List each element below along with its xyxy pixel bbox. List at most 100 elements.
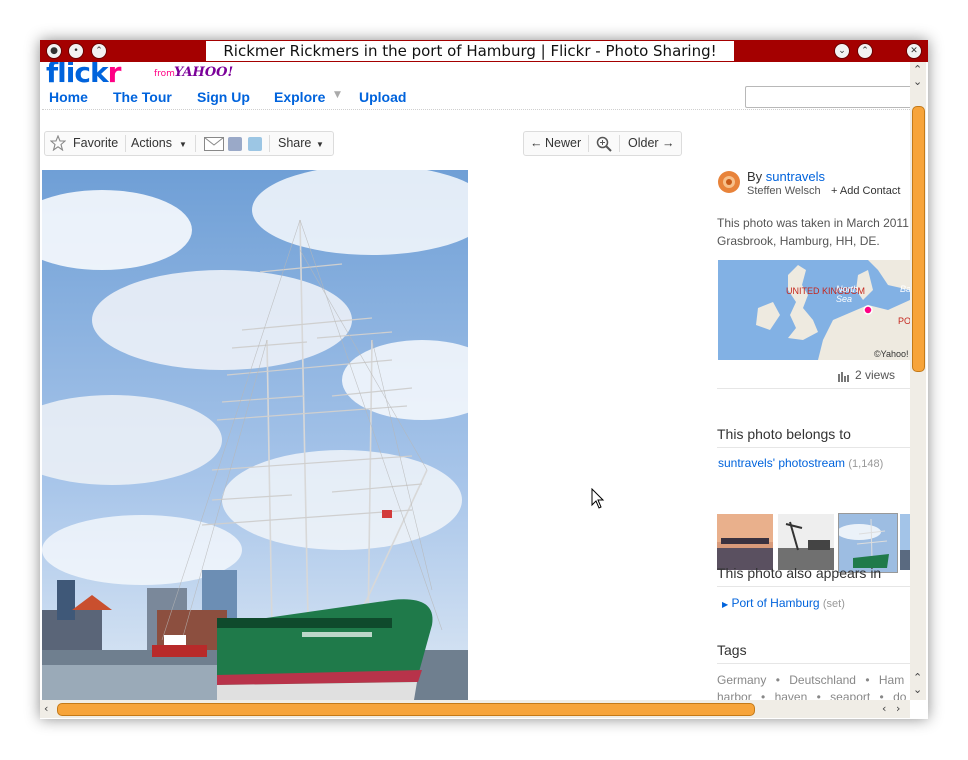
sidebar-divider: [717, 663, 910, 664]
nav-home[interactable]: Home: [49, 89, 88, 105]
older-button[interactable]: Older: [628, 136, 659, 150]
sticky-icon[interactable]: •: [68, 43, 84, 59]
tag-bullet: •: [879, 690, 884, 700]
tags-row-1: Germany • Deutschland • Ham: [717, 673, 904, 687]
tag-link[interactable]: harbor: [717, 690, 752, 700]
favorite-button[interactable]: Favorite: [73, 136, 118, 150]
tag-bullet: •: [775, 673, 780, 687]
share-caret-icon[interactable]: ▼: [316, 140, 324, 149]
author-name: Steffen Welsch: [747, 185, 821, 197]
header-divider: [42, 109, 910, 110]
views-icon: [838, 372, 849, 382]
nav-explore[interactable]: Explore: [274, 89, 325, 105]
pager-separator: [619, 135, 620, 152]
author-byline: By suntravels: [747, 169, 825, 184]
scroll-down-icon[interactable]: ⌄: [913, 684, 922, 696]
share-button[interactable]: Share: [278, 136, 311, 150]
photostream-link[interactable]: suntravels' photostream: [718, 456, 845, 470]
browser-window: ● • ⌃ Rickmer Rickmers in the port of Ha…: [40, 40, 928, 719]
twitter-icon[interactable]: [248, 137, 262, 151]
toolbar-separator: [269, 135, 270, 152]
actions-caret-icon[interactable]: ▼: [179, 140, 187, 149]
photo-actions-toolbar: Favorite Actions ▼ Share ▼: [44, 131, 334, 156]
mouse-cursor-icon: [591, 488, 605, 509]
nav-upload[interactable]: Upload: [359, 89, 406, 105]
zoom-icon[interactable]: [596, 136, 612, 152]
window-title: Rickmer Rickmers in the port of Hamburg …: [206, 41, 734, 61]
page-viewport: flickr from YAHOO! Home The Tour Sign Up…: [42, 62, 910, 700]
photostream-line: suntravels' photostream (1,148): [718, 456, 883, 470]
map-copyright: ©Yahoo!: [874, 349, 909, 359]
taken-line-2: Grasbrook, Hamburg, HH, DE.: [717, 234, 880, 248]
email-icon[interactable]: [204, 137, 224, 151]
main-photo[interactable]: [42, 170, 468, 700]
maximize-icon[interactable]: ⌃: [857, 43, 873, 59]
location-map[interactable]: UNITED KINGDOM North Sea PO Ba ©Yahoo!: [718, 260, 910, 360]
set-link[interactable]: Port of Hamburg: [732, 596, 820, 610]
set-suffix: (set): [822, 598, 845, 610]
scroll-right-icon[interactable]: ›: [896, 703, 900, 715]
newer-button[interactable]: Newer: [545, 136, 581, 150]
tag-bullet: •: [816, 690, 821, 700]
scroll-left-icon[interactable]: ‹: [882, 703, 886, 715]
scroll-left-icon[interactable]: ‹: [44, 703, 48, 715]
flickr-logo[interactable]: flickr: [46, 62, 122, 89]
tag-link[interactable]: Deutschland: [789, 673, 856, 687]
explore-caret-icon[interactable]: ▼: [334, 90, 341, 100]
minimize-icon[interactable]: ⌄: [834, 43, 850, 59]
tag-link[interactable]: haven: [775, 690, 808, 700]
yahoo-logo: YAHOO!: [174, 65, 234, 80]
taken-line-1: This photo was taken in March 2011: [717, 216, 909, 230]
sidebar-divider: [717, 586, 910, 587]
photostream-count: (1,148): [848, 458, 884, 470]
tag-link[interactable]: do: [893, 690, 906, 700]
photostream-thumb[interactable]: [900, 514, 910, 570]
window-menu-icon[interactable]: ●: [46, 43, 62, 59]
photostream-thumb[interactable]: [778, 514, 834, 570]
tag-bullet: •: [865, 673, 870, 687]
belongs-heading: This photo belongs to: [717, 426, 851, 442]
map-label-ba: Ba: [900, 284, 910, 294]
title-bar[interactable]: ● • ⌃ Rickmer Rickmers in the port of Ha…: [40, 40, 928, 62]
sidebar-divider: [717, 388, 910, 389]
vertical-scrollbar[interactable]: ⌃ ⌄ ⌃ ⌄: [910, 62, 926, 700]
close-icon[interactable]: ✕: [906, 43, 922, 59]
search-input[interactable]: [745, 86, 910, 108]
star-icon[interactable]: [50, 135, 66, 151]
map-label-sea: North Sea: [836, 284, 859, 304]
left-arrow-icon[interactable]: ←: [530, 136, 543, 150]
photostream-thumb-current[interactable]: [838, 513, 898, 573]
sidebar-divider: [717, 447, 910, 448]
by-label: By: [747, 169, 763, 184]
tags-row-2: harbor • haven • seaport • do: [717, 690, 906, 700]
set-line: ▶ Port of Hamburg (set): [722, 596, 845, 610]
logo-r: r: [107, 62, 122, 89]
add-contact-link[interactable]: + Add Contact: [831, 185, 900, 197]
actions-button[interactable]: Actions: [131, 136, 172, 150]
set-expand-icon[interactable]: ▶: [722, 600, 728, 609]
scroll-down-icon[interactable]: ⌄: [913, 76, 922, 88]
horizontal-scroll-thumb[interactable]: [57, 703, 755, 716]
toolbar-separator: [125, 135, 126, 152]
vertical-scroll-thumb[interactable]: [912, 106, 925, 372]
photostream-thumb[interactable]: [717, 514, 773, 570]
logo-text: flick: [46, 62, 109, 89]
view-count: 2 views: [855, 368, 896, 382]
tag-bullet: •: [761, 690, 766, 700]
facebook-icon[interactable]: [228, 137, 242, 151]
logo-from: from: [154, 69, 175, 79]
author-avatar[interactable]: [717, 170, 741, 194]
right-arrow-icon[interactable]: →: [662, 136, 675, 150]
map-label-po: PO: [898, 316, 910, 326]
photo-pager: ← Newer Older →: [523, 131, 682, 156]
horizontal-scrollbar[interactable]: ‹ ‹ ›: [40, 700, 910, 718]
tag-link[interactable]: Germany: [717, 673, 766, 687]
nav-sign-up[interactable]: Sign Up: [197, 89, 250, 105]
tag-link[interactable]: Ham: [879, 673, 904, 687]
nav-the-tour[interactable]: The Tour: [113, 89, 172, 105]
keep-above-icon[interactable]: ⌃: [91, 43, 107, 59]
tag-link[interactable]: seaport: [830, 690, 870, 700]
toolbar-separator: [195, 135, 196, 152]
tags-heading: Tags: [717, 642, 747, 658]
author-link[interactable]: suntravels: [766, 169, 825, 184]
